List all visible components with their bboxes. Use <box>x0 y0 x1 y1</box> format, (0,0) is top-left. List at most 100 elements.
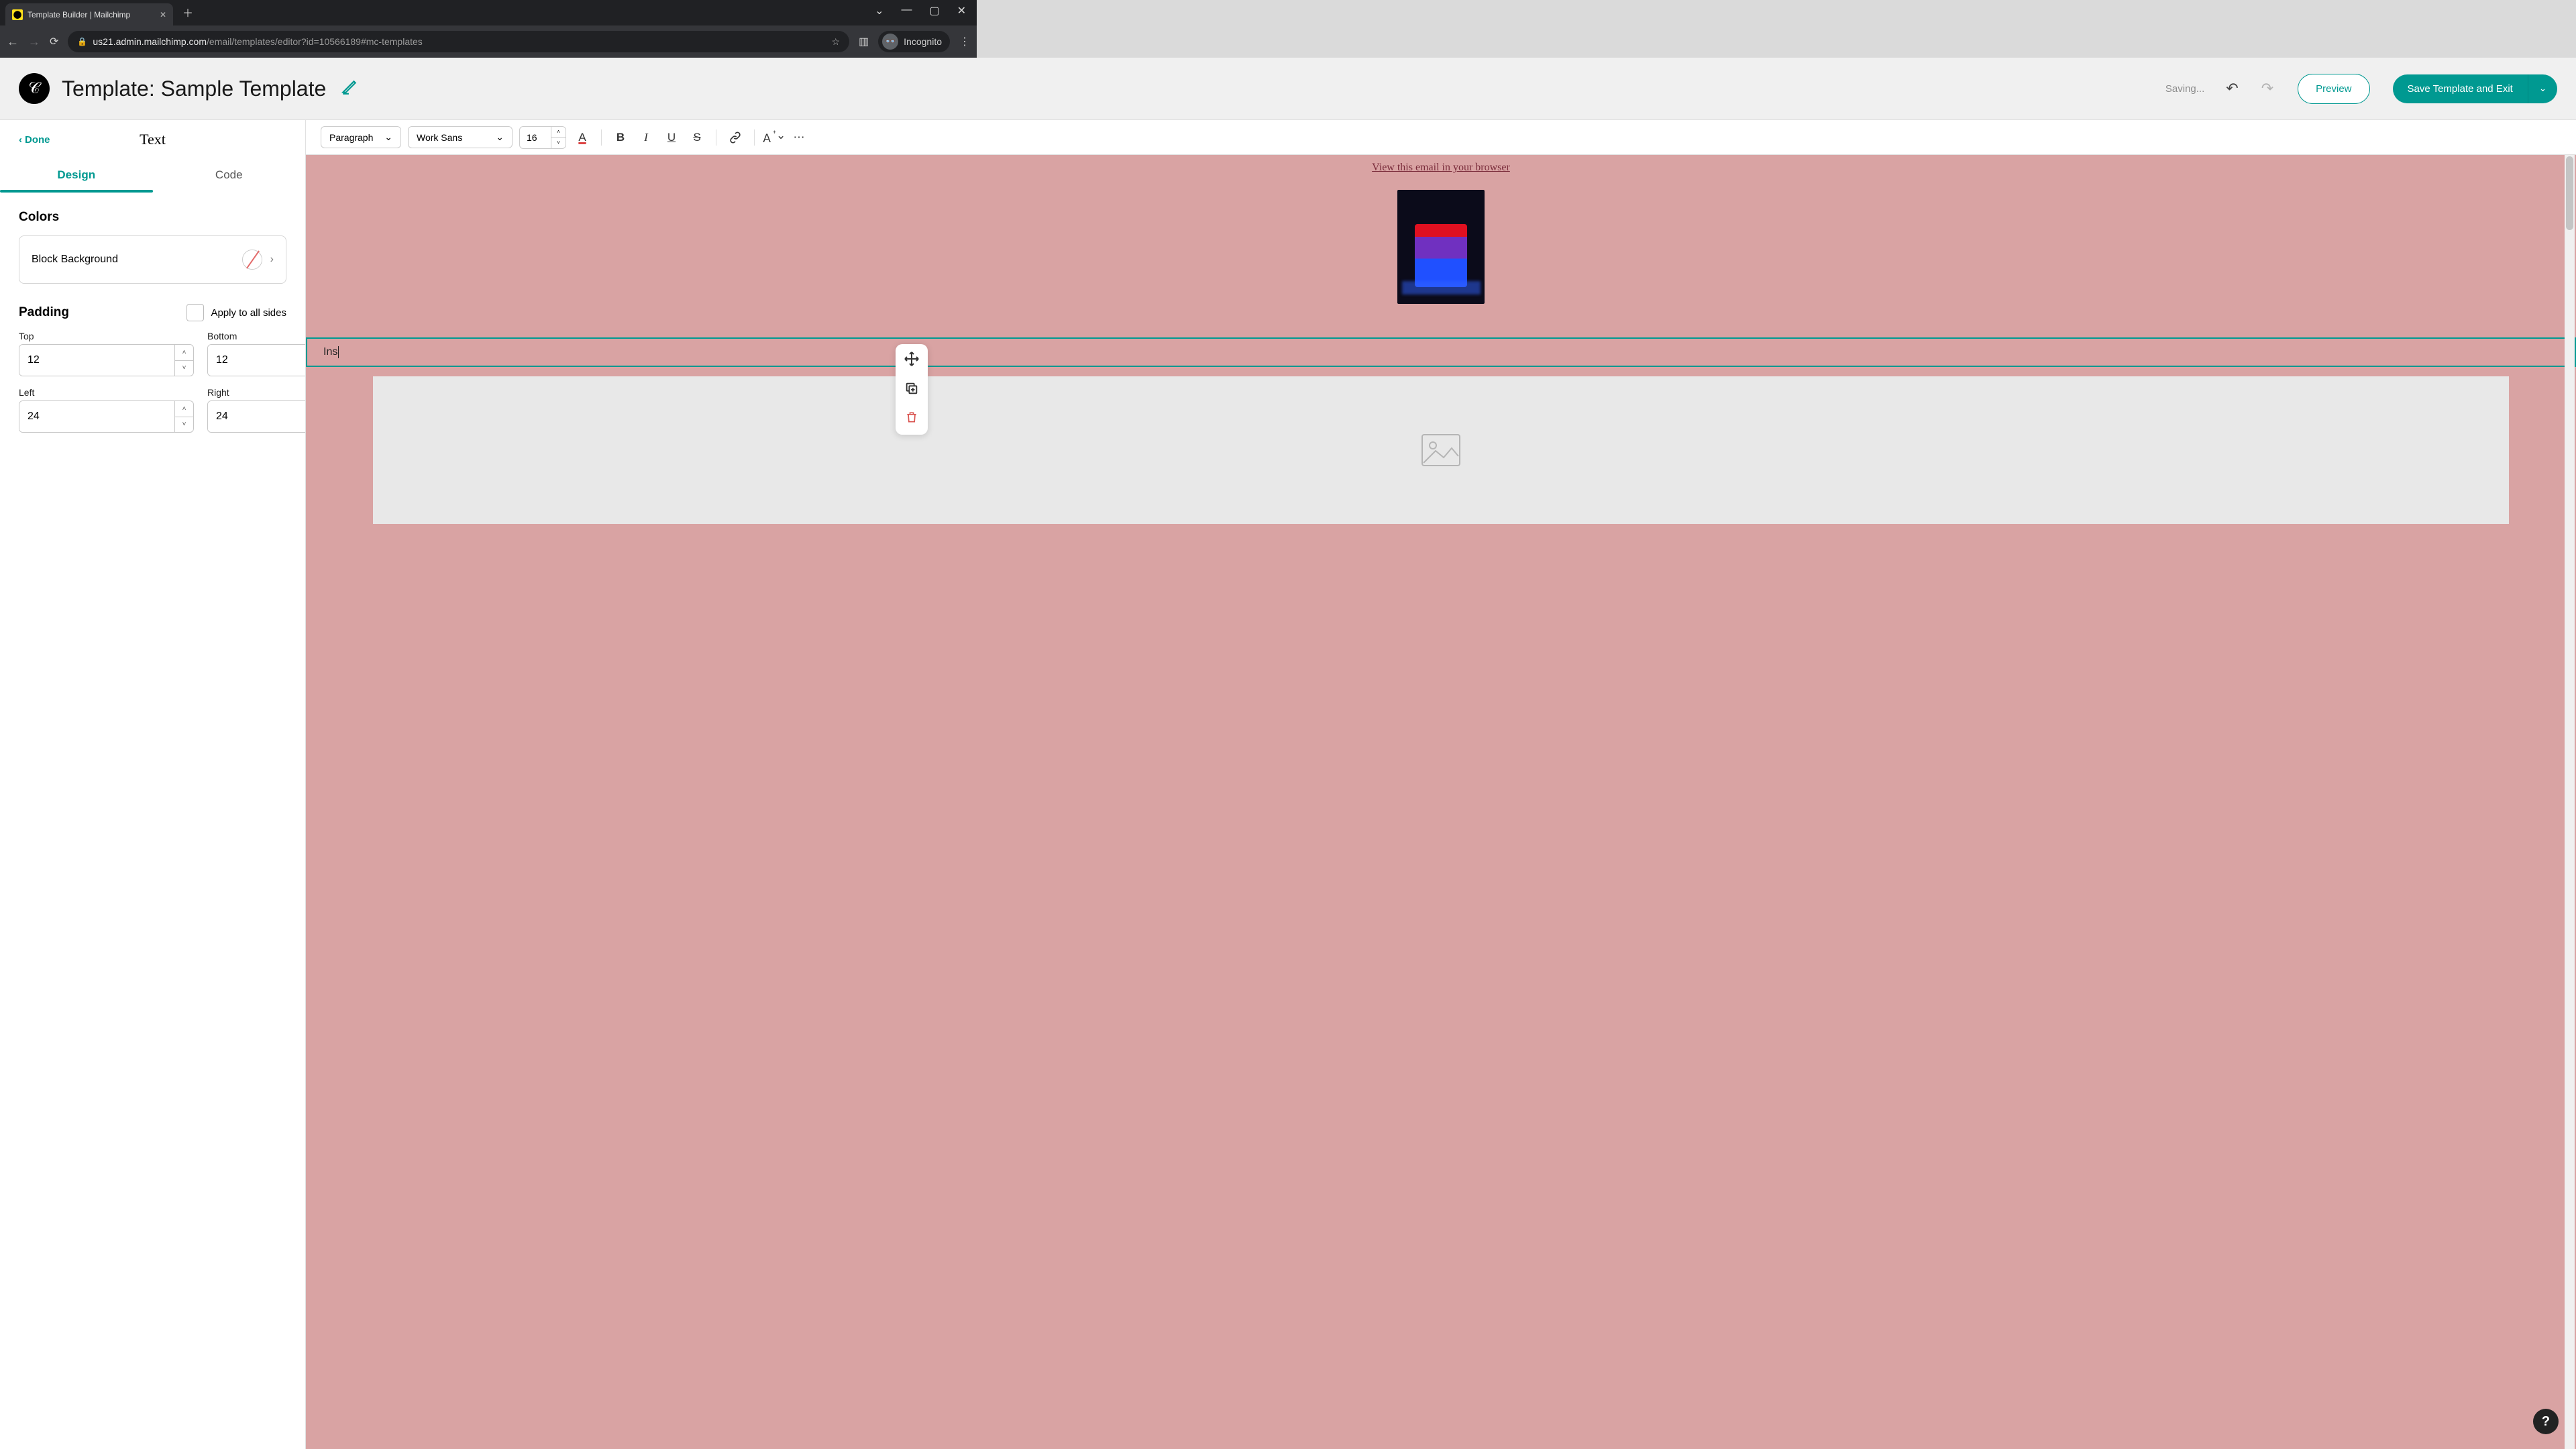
trash-icon <box>905 410 918 425</box>
delete-block-button[interactable] <box>905 410 918 428</box>
stepper-up-icon[interactable]: ˄ <box>175 401 193 417</box>
stepper-up-icon[interactable]: ˄ <box>551 127 566 138</box>
page-title: Template: Sample Template <box>62 76 326 101</box>
save-exit-button[interactable]: Save Template and Exit <box>2393 74 2528 103</box>
apply-all-sides-toggle[interactable]: Apply to all sides <box>186 304 286 321</box>
duplicate-block-button[interactable] <box>904 381 919 399</box>
save-status: Saving... <box>2165 83 2204 95</box>
window-controls: ⌄ — ▢ ✕ <box>875 4 977 17</box>
mailchimp-favicon: ⬤ <box>12 9 23 20</box>
font-family-select[interactable]: Work Sans ⌄ <box>408 126 513 148</box>
email-canvas[interactable]: View this email in your browser Ins <box>306 155 2576 1449</box>
underline-button[interactable]: U <box>662 131 681 144</box>
sidebar-title: Text <box>140 131 166 148</box>
new-tab-button[interactable]: ＋ <box>182 4 193 20</box>
preview-button[interactable]: Preview <box>2298 74 2369 104</box>
back-button[interactable]: ← <box>7 35 19 49</box>
duplicate-icon <box>904 381 919 396</box>
address-bar[interactable]: 🔒 us21.admin.mailchimp.com/email/templat… <box>68 31 849 52</box>
close-tab-icon[interactable]: ✕ <box>160 10 166 19</box>
incognito-label: Incognito <box>904 36 942 47</box>
padding-bottom-stepper[interactable]: ˄˅ <box>207 344 305 376</box>
text-color-button[interactable]: A <box>573 131 592 144</box>
browser-tab[interactable]: ⬤ Template Builder | Mailchimp ✕ <box>5 3 173 25</box>
app-header: 𝒞 Template: Sample Template Saving... ↶ … <box>0 58 2576 119</box>
stepper-down-icon[interactable]: ˅ <box>175 361 193 376</box>
move-block-button[interactable] <box>904 351 920 370</box>
checkbox-unchecked-icon[interactable] <box>186 304 204 321</box>
padding-heading: Padding <box>19 305 69 320</box>
block-format-select[interactable]: Paragraph ⌄ <box>321 126 401 148</box>
tab-title: Template Builder | Mailchimp <box>28 10 155 19</box>
chevron-left-icon: ‹ <box>19 134 22 146</box>
font-size-input[interactable] <box>520 132 551 143</box>
font-size-stepper[interactable]: ˄˅ <box>519 126 566 149</box>
tab-design[interactable]: Design <box>0 159 153 193</box>
chevron-down-icon: ⌄ <box>384 131 392 143</box>
bold-button[interactable]: B <box>611 131 630 144</box>
edit-title-button[interactable] <box>341 78 358 99</box>
mailchimp-logo[interactable]: 𝒞 <box>19 73 50 104</box>
stepper-down-icon[interactable]: ˅ <box>551 138 566 148</box>
stepper-up-icon[interactable]: ˄ <box>175 345 193 361</box>
text-block-selected[interactable]: Ins <box>306 337 2576 367</box>
pencil-icon <box>341 78 358 96</box>
logo-image-block[interactable] <box>373 180 2509 313</box>
undo-button[interactable]: ↶ <box>2220 77 2243 100</box>
hero-image[interactable] <box>1397 190 1485 304</box>
padding-right-stepper[interactable]: ˄˅ <box>207 400 305 433</box>
strikethrough-button[interactable]: S <box>688 131 706 144</box>
padding-top-stepper[interactable]: ˄˅ <box>19 344 194 376</box>
browser-chrome: ⬤ Template Builder | Mailchimp ✕ ＋ ⌄ — ▢… <box>0 0 977 58</box>
help-button[interactable]: ? <box>2533 1409 2559 1434</box>
vertical-scrollbar[interactable] <box>2565 155 2575 1449</box>
link-icon <box>729 131 742 144</box>
extensions-icon[interactable]: ▥ <box>859 35 869 48</box>
canvas-scroll[interactable]: View this email in your browser Ins <box>306 155 2576 1449</box>
lock-icon: 🔒 <box>77 37 87 46</box>
scrollbar-thumb[interactable] <box>2566 156 2573 230</box>
move-icon <box>904 351 920 367</box>
image-placeholder-block[interactable] <box>373 376 2509 524</box>
padding-bottom-label: Bottom <box>207 331 305 341</box>
redo-button: ↷ <box>2256 77 2279 100</box>
window-maximize-icon[interactable]: ▢ <box>929 4 939 17</box>
sidebar: ‹ Done Text Design Code Colors Block Bac… <box>0 119 305 1449</box>
stepper-down-icon[interactable]: ˅ <box>175 417 193 433</box>
reload-button[interactable]: ⟳ <box>50 35 58 48</box>
block-background-row[interactable]: Block Background › <box>19 235 286 284</box>
kebab-menu-icon[interactable]: ⋮ <box>959 35 970 48</box>
link-button[interactable] <box>726 131 745 144</box>
view-in-browser-link[interactable]: View this email in your browser <box>373 155 2509 180</box>
url-path: /email/templates/editor?id=10566189#mc-t… <box>207 36 423 47</box>
text-block-content[interactable]: Ins <box>323 346 339 358</box>
chevron-down-icon[interactable]: ⌄ <box>875 4 883 17</box>
more-options-button[interactable]: ⋯ <box>790 131 808 144</box>
incognito-indicator[interactable]: 👓 Incognito <box>878 31 950 52</box>
save-dropdown-button[interactable]: ⌄ <box>2528 74 2557 103</box>
block-background-label: Block Background <box>32 254 118 266</box>
window-close-icon[interactable]: ✕ <box>957 4 966 17</box>
image-placeholder-icon <box>1421 433 1461 467</box>
chevron-down-icon: ⌄ <box>496 131 504 143</box>
padding-top-label: Top <box>19 331 194 341</box>
colors-heading: Colors <box>19 210 286 225</box>
padding-right-input[interactable] <box>208 401 305 432</box>
padding-left-input[interactable] <box>19 401 174 432</box>
bookmark-star-icon[interactable]: ☆ <box>831 36 840 48</box>
italic-button[interactable]: I <box>637 131 655 144</box>
window-minimize-icon[interactable]: — <box>901 4 912 17</box>
incognito-icon: 👓 <box>882 34 898 50</box>
forward-button: → <box>28 35 40 49</box>
padding-bottom-input[interactable] <box>208 345 305 376</box>
done-button[interactable]: ‹ Done <box>19 134 50 146</box>
padding-left-stepper[interactable]: ˄˅ <box>19 400 194 433</box>
tab-code[interactable]: Code <box>153 159 306 193</box>
padding-top-input[interactable] <box>19 345 174 376</box>
color-swatch-none-icon <box>242 250 262 270</box>
padding-left-label: Left <box>19 387 194 398</box>
chevron-right-icon: › <box>270 254 274 266</box>
divider <box>601 129 602 146</box>
block-action-toolbar <box>896 344 928 435</box>
styles-button[interactable]: Ａ+ ⌄ <box>764 129 783 146</box>
